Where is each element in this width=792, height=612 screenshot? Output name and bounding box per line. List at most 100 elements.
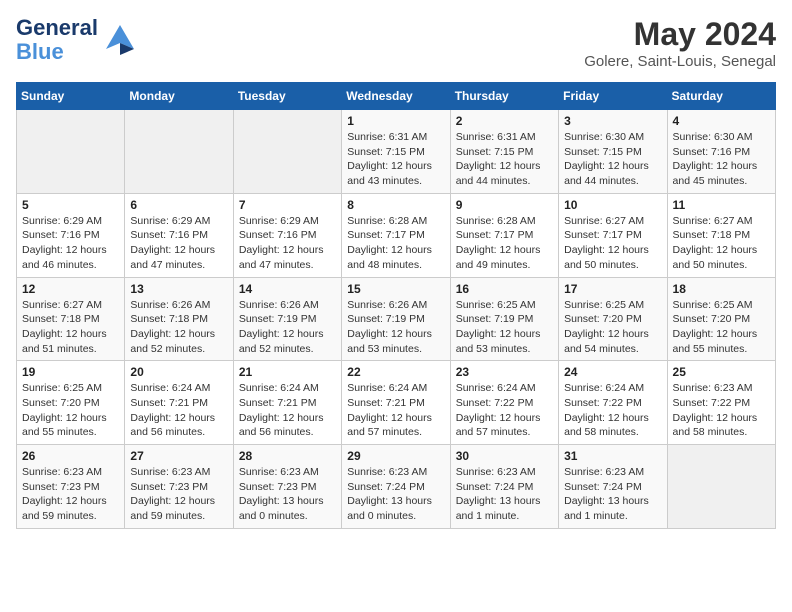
day-number: 31 xyxy=(564,449,661,463)
day-cell: 25 Sunrise: 6:23 AM Sunset: 7:22 PM Dayli… xyxy=(667,361,775,445)
day-info: Sunrise: 6:28 AM Sunset: 7:17 PM Dayligh… xyxy=(347,214,444,273)
day-info: Sunrise: 6:31 AM Sunset: 7:15 PM Dayligh… xyxy=(347,130,444,189)
day-cell: 26Sunrise: 6:23 AM Sunset: 7:23 PM Dayli… xyxy=(17,445,125,529)
day-cell: 14 Sunrise: 6:26 AM Sunset: 7:19 PM Dayli… xyxy=(233,277,341,361)
day-cell xyxy=(17,110,125,194)
day-cell: 3 Sunrise: 6:30 AM Sunset: 7:15 PM Daylig… xyxy=(559,110,667,194)
day-cell xyxy=(125,110,233,194)
logo: General Blue xyxy=(16,16,138,64)
day-number: 14 xyxy=(239,282,336,296)
day-number: 13 xyxy=(130,282,227,296)
day-info: Sunrise: 6:28 AM Sunset: 7:17 PM Dayligh… xyxy=(456,214,553,273)
day-number: 6 xyxy=(130,198,227,212)
day-info: Sunrise: 6:23 AM Sunset: 7:22 PM Dayligh… xyxy=(673,381,770,440)
day-info: Sunrise: 6:24 AM Sunset: 7:22 PM Dayligh… xyxy=(564,381,661,440)
week-row-2: 5 Sunrise: 6:29 AM Sunset: 7:16 PM Daylig… xyxy=(17,193,776,277)
day-cell: 8 Sunrise: 6:28 AM Sunset: 7:17 PM Daylig… xyxy=(342,193,450,277)
day-cell: 31 Sunrise: 6:23 AM Sunset: 7:24 PM Dayli… xyxy=(559,445,667,529)
day-number: 24 xyxy=(564,365,661,379)
day-info: Sunrise: 6:27 AM Sunset: 7:18 PM Dayligh… xyxy=(22,298,119,357)
day-cell: 20Sunrise: 6:24 AM Sunset: 7:21 PM Dayli… xyxy=(125,361,233,445)
day-number: 25 xyxy=(673,365,770,379)
day-cell: 4 Sunrise: 6:30 AM Sunset: 7:16 PM Daylig… xyxy=(667,110,775,194)
day-number: 5 xyxy=(22,198,119,212)
day-number: 1 xyxy=(347,114,444,128)
day-cell: 7 Sunrise: 6:29 AM Sunset: 7:16 PM Daylig… xyxy=(233,193,341,277)
column-header-tuesday: Tuesday xyxy=(233,83,341,110)
day-info: Sunrise: 6:23 AM Sunset: 7:23 PM Dayligh… xyxy=(22,465,119,524)
day-number: 23 xyxy=(456,365,553,379)
day-cell: 1 Sunrise: 6:31 AM Sunset: 7:15 PM Daylig… xyxy=(342,110,450,194)
day-number: 7 xyxy=(239,198,336,212)
day-number: 19 xyxy=(22,365,119,379)
day-cell: 28Sunrise: 6:23 AM Sunset: 7:23 PM Dayli… xyxy=(233,445,341,529)
day-cell: 23 Sunrise: 6:24 AM Sunset: 7:22 PM Dayli… xyxy=(450,361,558,445)
day-info: Sunrise: 6:26 AM Sunset: 7:18 PM Dayligh… xyxy=(130,298,227,357)
column-header-monday: Monday xyxy=(125,83,233,110)
day-cell: 13 Sunrise: 6:26 AM Sunset: 7:18 PM Dayli… xyxy=(125,277,233,361)
week-row-3: 12 Sunrise: 6:27 AM Sunset: 7:18 PM Dayli… xyxy=(17,277,776,361)
day-info: Sunrise: 6:29 AM Sunset: 7:16 PM Dayligh… xyxy=(130,214,227,273)
day-info: Sunrise: 6:24 AM Sunset: 7:22 PM Dayligh… xyxy=(456,381,553,440)
day-cell: 16Sunrise: 6:25 AM Sunset: 7:19 PM Dayli… xyxy=(450,277,558,361)
month-year-title: May 2024 xyxy=(584,16,776,53)
week-row-4: 19 Sunrise: 6:25 AM Sunset: 7:20 PM Dayli… xyxy=(17,361,776,445)
day-cell: 12 Sunrise: 6:27 AM Sunset: 7:18 PM Dayli… xyxy=(17,277,125,361)
day-info: Sunrise: 6:29 AM Sunset: 7:16 PM Dayligh… xyxy=(22,214,119,273)
column-header-thursday: Thursday xyxy=(450,83,558,110)
day-number: 22 xyxy=(347,365,444,379)
day-info: Sunrise: 6:26 AM Sunset: 7:19 PM Dayligh… xyxy=(347,298,444,357)
day-cell: 24 Sunrise: 6:24 AM Sunset: 7:22 PM Dayli… xyxy=(559,361,667,445)
day-number: 27 xyxy=(130,449,227,463)
location-subtitle: Golere, Saint-Louis, Senegal xyxy=(584,53,776,70)
day-number: 11 xyxy=(673,198,770,212)
day-info: Sunrise: 6:29 AM Sunset: 7:16 PM Dayligh… xyxy=(239,214,336,273)
day-cell: 6 Sunrise: 6:29 AM Sunset: 7:16 PM Daylig… xyxy=(125,193,233,277)
day-cell: 21 Sunrise: 6:24 AM Sunset: 7:21 PM Dayli… xyxy=(233,361,341,445)
day-cell: 15 Sunrise: 6:26 AM Sunset: 7:19 PM Dayli… xyxy=(342,277,450,361)
day-cell: 2 Sunrise: 6:31 AM Sunset: 7:15 PM Daylig… xyxy=(450,110,558,194)
calendar-table: SundayMondayTuesdayWednesdayThursdayFrid… xyxy=(16,82,776,529)
calendar-header-row: SundayMondayTuesdayWednesdayThursdayFrid… xyxy=(17,83,776,110)
day-info: Sunrise: 6:30 AM Sunset: 7:15 PM Dayligh… xyxy=(564,130,661,189)
day-info: Sunrise: 6:23 AM Sunset: 7:24 PM Dayligh… xyxy=(564,465,661,524)
day-cell: 18Sunrise: 6:25 AM Sunset: 7:20 PM Dayli… xyxy=(667,277,775,361)
week-row-1: 1 Sunrise: 6:31 AM Sunset: 7:15 PM Daylig… xyxy=(17,110,776,194)
day-info: Sunrise: 6:25 AM Sunset: 7:19 PM Dayligh… xyxy=(456,298,553,357)
day-info: Sunrise: 6:24 AM Sunset: 7:21 PM Dayligh… xyxy=(239,381,336,440)
day-cell xyxy=(667,445,775,529)
day-cell: 9 Sunrise: 6:28 AM Sunset: 7:17 PM Daylig… xyxy=(450,193,558,277)
week-row-5: 26Sunrise: 6:23 AM Sunset: 7:23 PM Dayli… xyxy=(17,445,776,529)
day-cell xyxy=(233,110,341,194)
day-info: Sunrise: 6:31 AM Sunset: 7:15 PM Dayligh… xyxy=(456,130,553,189)
day-number: 12 xyxy=(22,282,119,296)
logo-text: General Blue xyxy=(16,16,98,64)
page-header: General Blue May 2024 Golere, Saint-Loui… xyxy=(16,16,776,70)
day-info: Sunrise: 6:23 AM Sunset: 7:23 PM Dayligh… xyxy=(130,465,227,524)
day-info: Sunrise: 6:26 AM Sunset: 7:19 PM Dayligh… xyxy=(239,298,336,357)
title-block: May 2024 Golere, Saint-Louis, Senegal xyxy=(584,16,776,70)
day-number: 9 xyxy=(456,198,553,212)
day-info: Sunrise: 6:24 AM Sunset: 7:21 PM Dayligh… xyxy=(347,381,444,440)
day-cell: 30 Sunrise: 6:23 AM Sunset: 7:24 PM Dayli… xyxy=(450,445,558,529)
logo-icon xyxy=(100,21,138,59)
day-info: Sunrise: 6:23 AM Sunset: 7:24 PM Dayligh… xyxy=(456,465,553,524)
day-number: 3 xyxy=(564,114,661,128)
day-number: 4 xyxy=(673,114,770,128)
day-info: Sunrise: 6:25 AM Sunset: 7:20 PM Dayligh… xyxy=(22,381,119,440)
day-number: 15 xyxy=(347,282,444,296)
day-info: Sunrise: 6:23 AM Sunset: 7:24 PM Dayligh… xyxy=(347,465,444,524)
day-number: 30 xyxy=(456,449,553,463)
day-number: 2 xyxy=(456,114,553,128)
day-number: 18 xyxy=(673,282,770,296)
day-number: 8 xyxy=(347,198,444,212)
day-number: 29 xyxy=(347,449,444,463)
day-cell: 22 Sunrise: 6:24 AM Sunset: 7:21 PM Dayli… xyxy=(342,361,450,445)
day-info: Sunrise: 6:30 AM Sunset: 7:16 PM Dayligh… xyxy=(673,130,770,189)
day-info: Sunrise: 6:24 AM Sunset: 7:21 PM Dayligh… xyxy=(130,381,227,440)
column-header-wednesday: Wednesday xyxy=(342,83,450,110)
day-number: 21 xyxy=(239,365,336,379)
day-number: 17 xyxy=(564,282,661,296)
column-header-friday: Friday xyxy=(559,83,667,110)
column-header-sunday: Sunday xyxy=(17,83,125,110)
